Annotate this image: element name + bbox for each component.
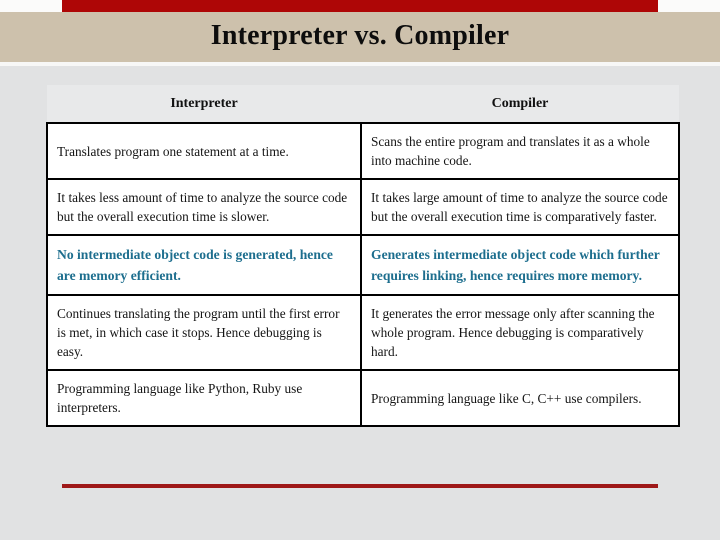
cell-interpreter: No intermediate object code is generated… xyxy=(46,234,362,296)
cell-compiler: Programming language like C, C++ use com… xyxy=(360,369,680,427)
table-row: Translates program one statement at a ti… xyxy=(46,122,680,180)
cell-compiler: It generates the error message only afte… xyxy=(360,294,680,371)
table-row: Programming language like Python, Ruby u… xyxy=(46,369,680,427)
table-body: Translates program one statement at a ti… xyxy=(46,122,680,427)
table-header-row: Interpreter Compiler xyxy=(47,85,679,123)
comparison-table: Interpreter Compiler Translates program … xyxy=(46,85,680,427)
page-title: Interpreter vs. Compiler xyxy=(210,20,510,51)
cell-compiler: Generates intermediate object code which… xyxy=(360,234,680,296)
cell-interpreter: Translates program one statement at a ti… xyxy=(46,122,362,180)
cell-interpreter: It takes less amount of time to analyze … xyxy=(46,178,362,236)
table-row: It takes less amount of time to analyze … xyxy=(46,178,680,236)
column-header-compiler: Compiler xyxy=(361,85,679,123)
top-red-accent-bar xyxy=(62,0,658,12)
bottom-red-rule xyxy=(62,484,658,488)
cell-compiler: Scans the entire program and translates … xyxy=(360,122,680,180)
cell-interpreter: Programming language like Python, Ruby u… xyxy=(46,369,362,427)
cell-compiler: It takes large amount of time to analyze… xyxy=(360,178,680,236)
table-row: Continues translating the program until … xyxy=(46,294,680,371)
slide-canvas: Interpreter vs. Compiler Interpreter Com… xyxy=(0,0,720,540)
table-row-highlighted: No intermediate object code is generated… xyxy=(46,234,680,296)
table-head: Interpreter Compiler xyxy=(47,85,679,123)
column-header-interpreter: Interpreter xyxy=(47,85,361,123)
cell-interpreter: Continues translating the program until … xyxy=(46,294,362,371)
